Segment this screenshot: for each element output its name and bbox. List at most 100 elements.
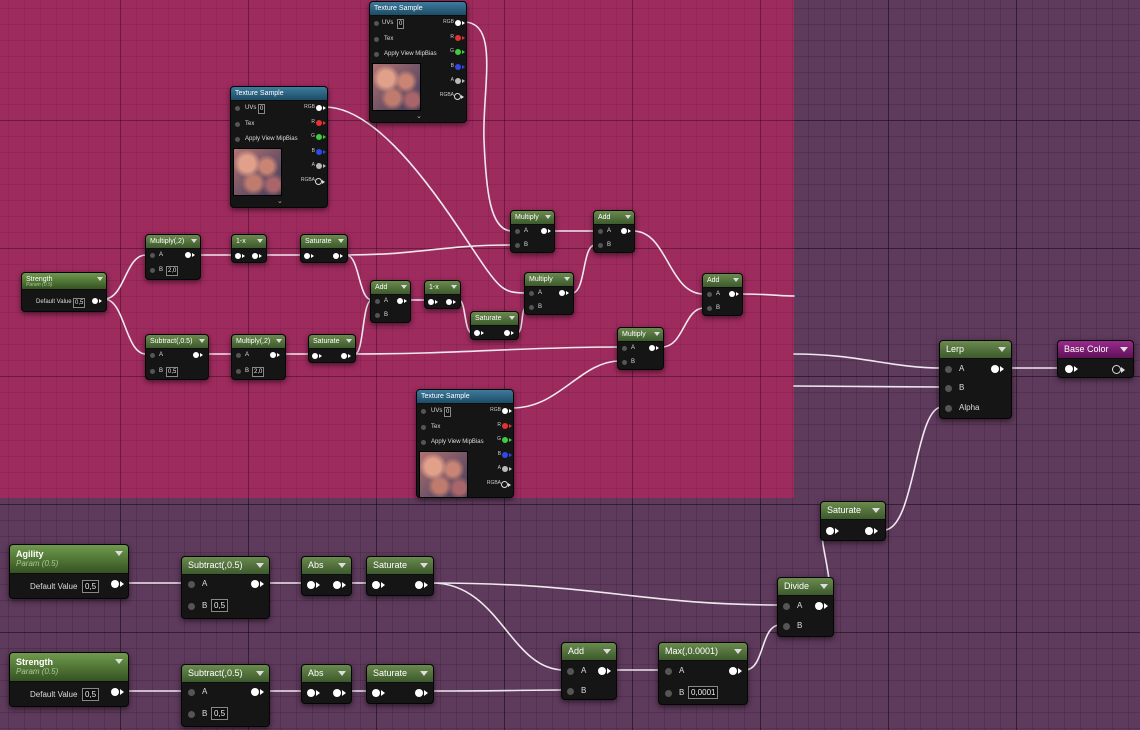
output-pin[interactable] — [541, 228, 551, 234]
input-pin[interactable] — [421, 425, 426, 430]
multiply-node[interactable]: Multiply A B — [510, 210, 555, 253]
dropdown-arrow-icon[interactable] — [509, 316, 515, 320]
dropdown-arrow-icon[interactable] — [276, 339, 282, 343]
dropdown-arrow-icon[interactable] — [338, 563, 346, 568]
input-pin[interactable] — [515, 243, 520, 248]
dropdown-arrow-icon[interactable] — [115, 659, 123, 664]
output-pin[interactable] — [270, 352, 280, 358]
dropdown-arrow-icon[interactable] — [603, 649, 611, 654]
output-pin[interactable] — [598, 667, 611, 675]
b-value-box[interactable]: 0,5 — [211, 599, 229, 612]
input-pin[interactable] — [945, 385, 952, 392]
b-value-box[interactable]: 0,5 — [211, 707, 229, 720]
output-pin[interactable] — [621, 228, 631, 234]
agility-param-node[interactable]: Agility Param (0.5) Default Value 0,5 — [9, 544, 129, 599]
texture-sample-node[interactable]: Texture Sample UVs 0 Tex Apply View MipB… — [416, 389, 514, 498]
input-pin[interactable] — [307, 581, 320, 589]
output-pin[interactable] — [455, 20, 465, 26]
dropdown-arrow-icon[interactable] — [346, 339, 352, 343]
input-pin[interactable] — [945, 405, 952, 412]
dropdown-arrow-icon[interactable] — [545, 215, 551, 219]
uvs-value-box[interactable]: 0 — [397, 19, 405, 29]
output-pin[interactable] — [865, 527, 878, 535]
input-pin[interactable] — [529, 305, 534, 310]
input-pin[interactable] — [529, 291, 534, 296]
output-pin[interactable] — [111, 688, 124, 696]
input-pin[interactable] — [665, 668, 672, 675]
dropdown-arrow-icon[interactable] — [256, 563, 264, 568]
saturate-node[interactable]: Saturate — [308, 334, 356, 363]
output-pin[interactable] — [316, 105, 326, 111]
add-node[interactable]: Add A B — [593, 210, 635, 253]
output-pin[interactable] — [502, 423, 512, 429]
max-node[interactable]: Max(,0.0001) A B 0,0001 — [658, 642, 748, 705]
output-pin[interactable] — [504, 330, 514, 336]
one-minus-node[interactable]: 1-x — [231, 234, 267, 263]
b-value-box[interactable]: 2,0 — [252, 367, 265, 377]
input-pin[interactable] — [707, 306, 712, 311]
input-pin[interactable] — [945, 366, 952, 373]
output-pin[interactable] — [315, 178, 325, 185]
dropdown-arrow-icon[interactable] — [97, 277, 103, 281]
texture-sample-node[interactable]: Texture Sample UVs 0 Tex Apply View MipB… — [230, 86, 328, 208]
output-pin[interactable] — [397, 298, 407, 304]
add-node[interactable]: Add A B — [561, 642, 617, 700]
output-pin[interactable] — [252, 253, 262, 259]
base-color-node[interactable]: Base Color — [1057, 340, 1134, 378]
input-pin[interactable] — [235, 253, 245, 259]
saturate-node[interactable]: Saturate — [366, 556, 434, 596]
input-pin[interactable] — [374, 37, 379, 42]
dropdown-arrow-icon[interactable] — [420, 671, 428, 676]
output-pin[interactable] — [502, 408, 512, 414]
input-pin[interactable] — [150, 253, 155, 258]
output-pin[interactable] — [501, 481, 511, 488]
saturate-node[interactable]: Saturate — [470, 311, 519, 340]
input-pin[interactable] — [598, 243, 603, 248]
input-pin[interactable] — [598, 229, 603, 234]
input-pin[interactable] — [235, 122, 240, 127]
saturate-node[interactable]: Saturate — [366, 664, 434, 704]
input-pin[interactable] — [188, 711, 195, 718]
dropdown-arrow-icon[interactable] — [338, 671, 346, 676]
input-pin[interactable] — [188, 689, 195, 696]
abs-node[interactable]: Abs — [301, 556, 352, 596]
divide-node[interactable]: Divide A B — [777, 577, 834, 637]
lerp-node[interactable]: Lerp A B Alpha — [939, 340, 1012, 419]
output-pin[interactable] — [991, 365, 1004, 373]
saturate-node[interactable]: Saturate — [300, 234, 348, 263]
b-value-box[interactable]: 0,5 — [166, 367, 179, 377]
output-pin[interactable] — [454, 93, 464, 100]
output-pin[interactable] — [455, 49, 465, 55]
output-pin[interactable] — [251, 580, 264, 588]
input-pin[interactable] — [150, 353, 155, 358]
expand-chevron-icon[interactable]: ⌄ — [277, 197, 283, 205]
dropdown-arrow-icon[interactable] — [257, 239, 263, 243]
output-pin[interactable] — [415, 689, 428, 697]
output-pin[interactable] — [333, 253, 343, 259]
strength-param-node[interactable]: Strength Param (0.5) Default Value 0,5 — [9, 652, 129, 707]
dropdown-arrow-icon[interactable] — [734, 649, 742, 654]
input-pin[interactable] — [1065, 365, 1078, 373]
input-pin[interactable] — [235, 106, 240, 111]
input-pin[interactable] — [622, 360, 627, 365]
dropdown-arrow-icon[interactable] — [420, 563, 428, 568]
output-pin[interactable] — [729, 291, 739, 297]
input-pin[interactable] — [515, 229, 520, 234]
dropdown-arrow-icon[interactable] — [191, 239, 197, 243]
input-pin[interactable] — [374, 21, 379, 26]
dropdown-arrow-icon[interactable] — [872, 508, 880, 513]
input-pin[interactable] — [312, 353, 322, 359]
input-pin[interactable] — [307, 689, 320, 697]
input-pin[interactable] — [374, 52, 379, 57]
uvs-value-box[interactable]: 0 — [258, 104, 266, 114]
input-pin[interactable] — [421, 440, 426, 445]
dropdown-arrow-icon[interactable] — [998, 347, 1006, 352]
output-pin[interactable] — [455, 64, 465, 70]
dropdown-arrow-icon[interactable] — [564, 277, 570, 281]
default-value-box[interactable]: 0,5 — [82, 580, 100, 593]
input-pin[interactable] — [235, 137, 240, 142]
output-pin[interactable] — [1112, 365, 1125, 374]
multiply-node[interactable]: Multiply(,2) A B 2,0 — [145, 234, 201, 280]
output-pin[interactable] — [251, 688, 264, 696]
b-value-box[interactable]: 2,0 — [166, 266, 179, 276]
